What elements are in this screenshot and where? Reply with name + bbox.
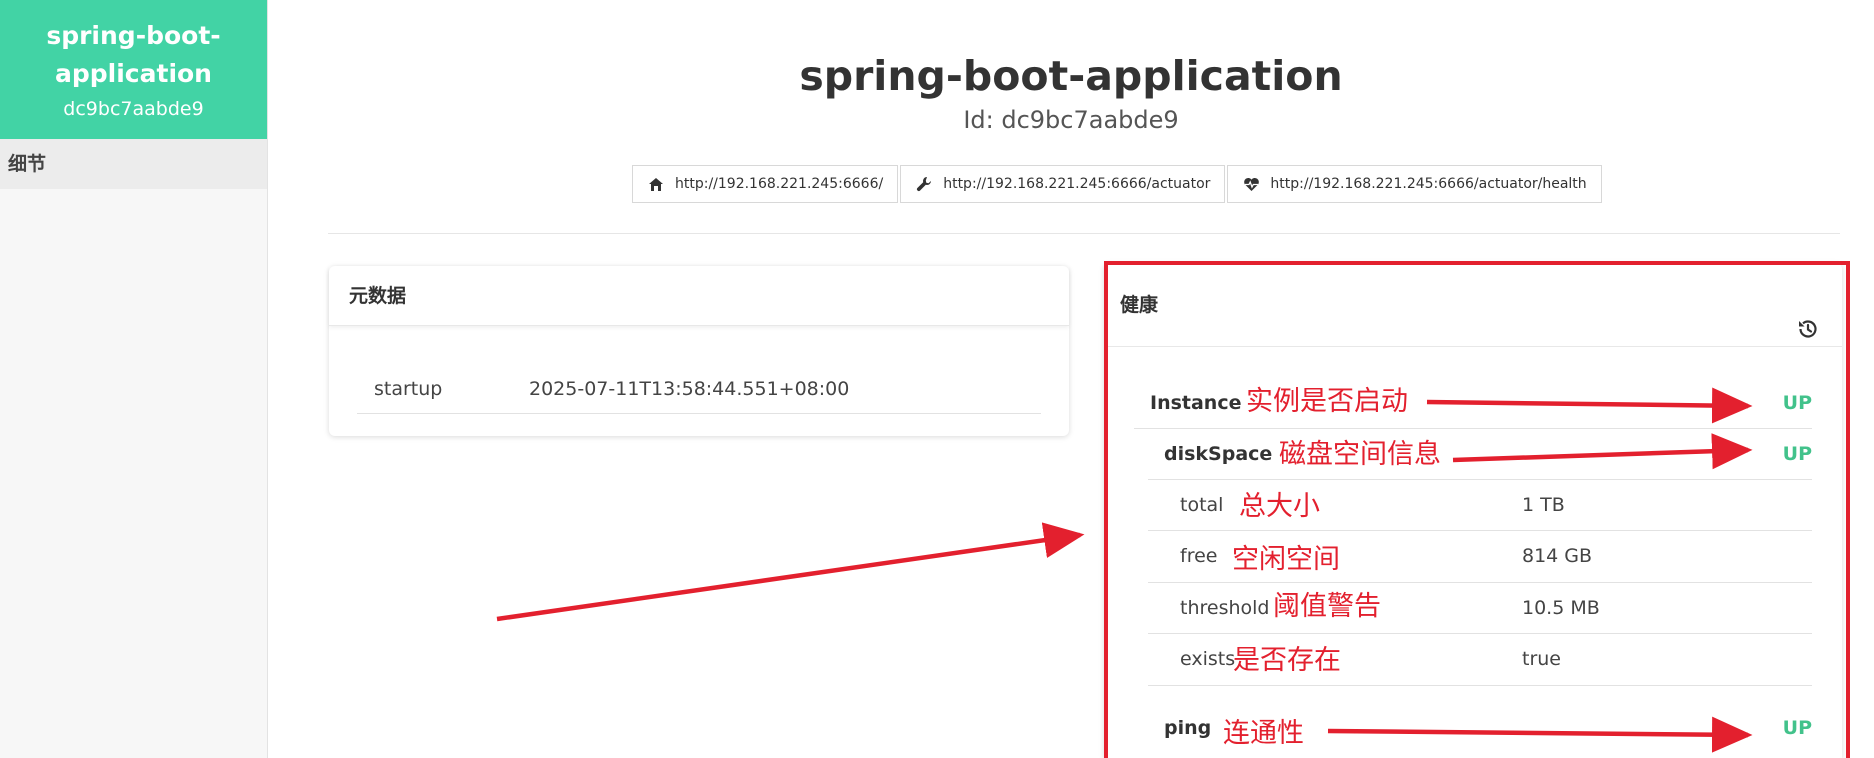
health-card-header: 健康 bbox=[1104, 263, 1842, 347]
actuator-link-button[interactable]: http://192.168.221.245:6666/actuator bbox=[900, 165, 1226, 203]
detail-value-free: 814 GB bbox=[1522, 545, 1593, 567]
status-badge-diskspace: UP bbox=[1782, 443, 1812, 465]
annotation-instance: 实例是否启动 bbox=[1246, 386, 1408, 417]
page-title: spring-boot-application bbox=[799, 52, 1343, 100]
metadata-key: startup bbox=[374, 378, 443, 400]
sidebar-header[interactable]: spring-boot-application dc9bc7aabde9 bbox=[0, 0, 267, 139]
header-divider bbox=[328, 233, 1840, 234]
app-root: spring-boot-application dc9bc7aabde9 细节 … bbox=[0, 0, 1874, 758]
annotation-threshold: 阈值警告 bbox=[1273, 591, 1381, 622]
annotation-total: 总大小 bbox=[1239, 491, 1320, 522]
annotation-diskspace: 磁盘空间信息 bbox=[1279, 439, 1441, 470]
health-row-instance: Instance UP bbox=[1134, 378, 1812, 429]
arrow-to-health-card bbox=[496, 522, 1085, 622]
detail-value-threshold: 10.5 MB bbox=[1522, 597, 1600, 619]
home-link-url: http://192.168.221.245:6666/ bbox=[675, 176, 884, 192]
metadata-row-startup: startup 2025-07-11T13:58:44.551+08:00 bbox=[357, 364, 1041, 414]
health-link-button[interactable]: http://192.168.221.245:6666/actuator/hea… bbox=[1227, 165, 1602, 203]
detail-key-free: free bbox=[1180, 545, 1218, 567]
annotation-exists: 是否存在 bbox=[1233, 645, 1341, 676]
detail-key-threshold: threshold bbox=[1180, 597, 1270, 619]
endpoint-links: http://192.168.221.245:6666/ http://192.… bbox=[632, 165, 1604, 203]
detail-value-exists: true bbox=[1522, 648, 1561, 670]
annotation-ping: 连通性 bbox=[1223, 718, 1304, 749]
sidebar: spring-boot-application dc9bc7aabde9 细节 bbox=[0, 0, 268, 758]
health-row-diskspace: diskSpace UP bbox=[1148, 429, 1812, 480]
health-card: 健康 Instance UP diskSpace UP total 1 TB f… bbox=[1104, 263, 1842, 758]
sidebar-item-details[interactable]: 细节 bbox=[0, 139, 267, 189]
sidebar-app-name: spring-boot-application bbox=[46, 21, 221, 88]
sidebar-nav: 细节 bbox=[0, 139, 267, 189]
metadata-card-title: 元数据 bbox=[329, 266, 1069, 326]
annotation-free: 空闲空间 bbox=[1232, 544, 1340, 575]
health-detail-row: threshold 10.5 MB bbox=[1148, 583, 1812, 634]
metadata-card: 元数据 startup 2025-07-11T13:58:44.551+08:0… bbox=[329, 266, 1069, 436]
status-badge-ping: UP bbox=[1782, 717, 1812, 739]
detail-key-exists: exists bbox=[1180, 648, 1236, 670]
detail-value-total: 1 TB bbox=[1522, 494, 1565, 516]
health-key-instance: Instance bbox=[1150, 392, 1242, 414]
actuator-link-url: http://192.168.221.245:6666/actuator bbox=[943, 176, 1211, 192]
health-key-ping: ping bbox=[1164, 717, 1212, 739]
health-key-diskspace: diskSpace bbox=[1164, 443, 1273, 465]
metadata-value: 2025-07-11T13:58:44.551+08:00 bbox=[529, 378, 850, 400]
history-icon[interactable] bbox=[1796, 293, 1820, 338]
heartbeat-icon bbox=[1242, 175, 1260, 193]
home-icon bbox=[647, 175, 665, 193]
health-link-url: http://192.168.221.245:6666/actuator/hea… bbox=[1270, 176, 1587, 192]
health-card-title: 健康 bbox=[1120, 294, 1159, 316]
home-link-button[interactable]: http://192.168.221.245:6666/ bbox=[632, 165, 899, 203]
detail-key-total: total bbox=[1180, 494, 1224, 516]
wrench-icon bbox=[915, 175, 933, 193]
sidebar-instance-id: dc9bc7aabde9 bbox=[63, 98, 204, 120]
status-badge-instance: UP bbox=[1782, 392, 1812, 414]
instance-id-label: Id: dc9bc7aabde9 bbox=[963, 106, 1179, 134]
